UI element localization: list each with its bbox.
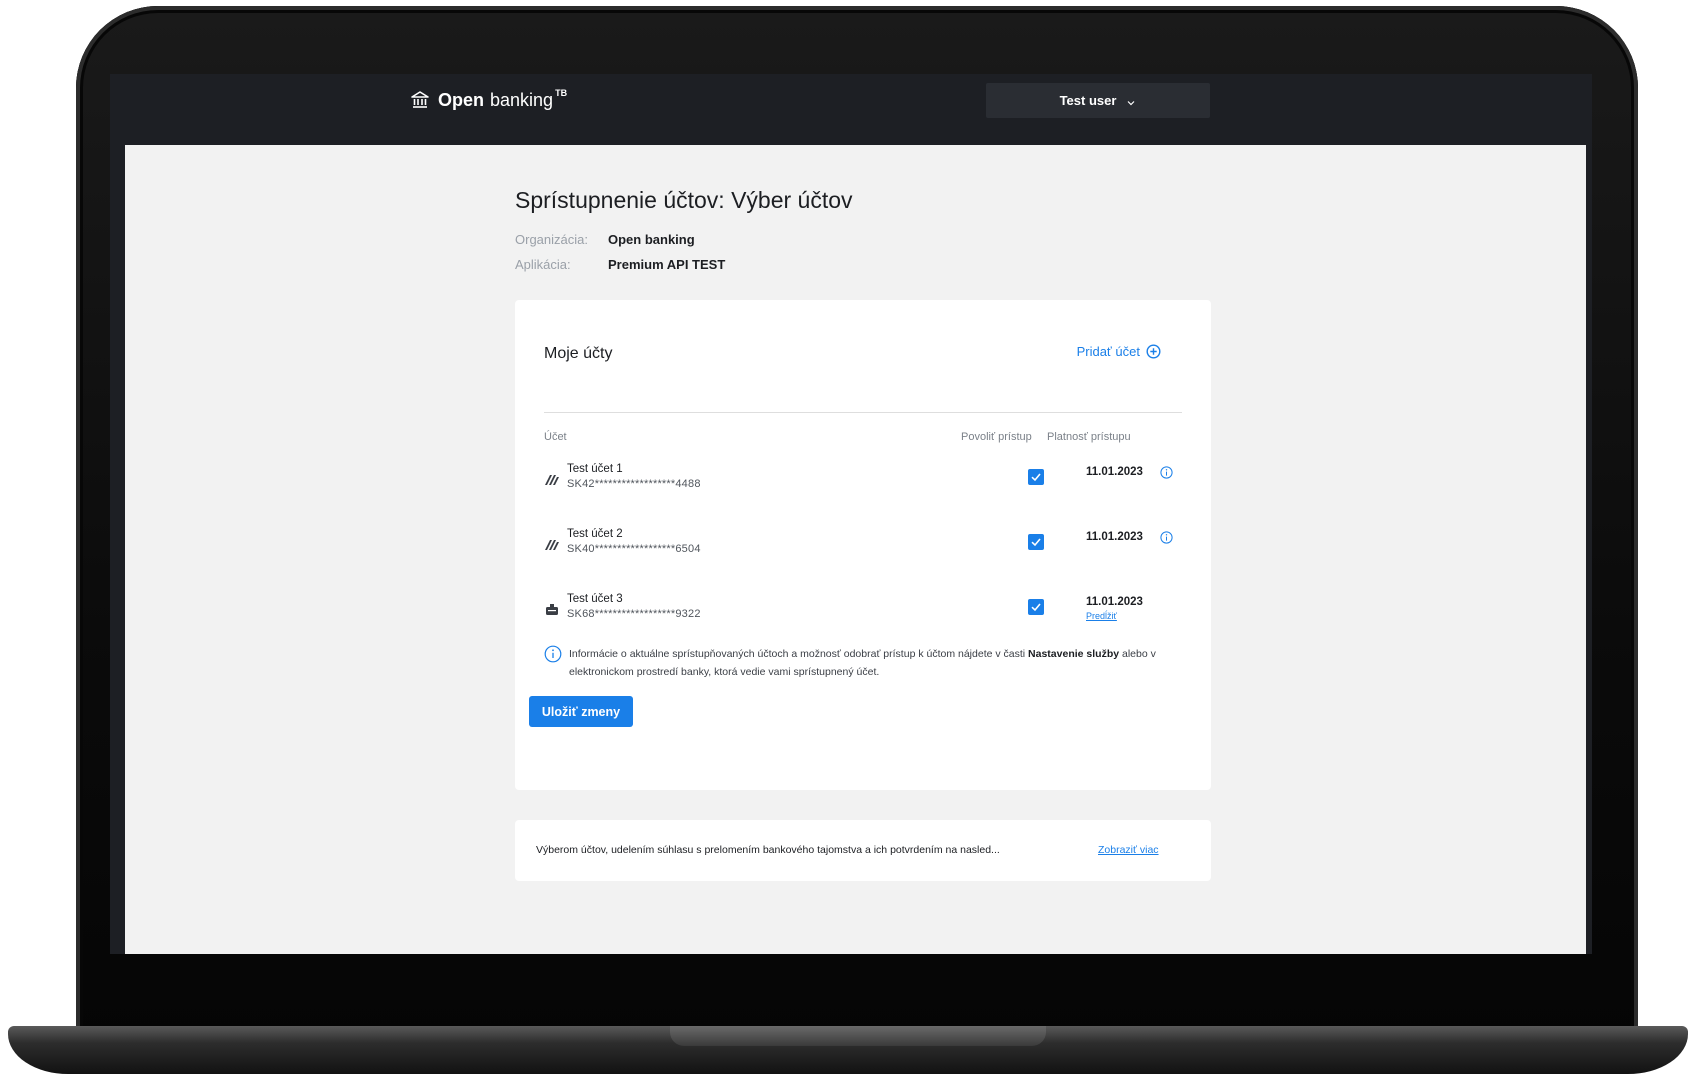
column-header-account: Účet xyxy=(544,431,567,443)
application-label: Aplikácia: xyxy=(515,257,571,272)
account-name: Test účet 1 xyxy=(567,463,623,475)
save-changes-button[interactable]: Uložiť zmeny xyxy=(529,696,633,727)
account-name: Test účet 3 xyxy=(567,593,623,605)
allow-access-checkbox[interactable] xyxy=(1028,534,1044,550)
consent-text: Výberom účtov, udelením súhlasu s prelom… xyxy=(536,844,1000,856)
account-iban: SK42******************4488 xyxy=(567,478,701,490)
brand-logo[interactable]: Open banking TB xyxy=(410,88,567,112)
account-row: Test účet 3 SK68******************9322 1… xyxy=(544,593,1182,633)
info-icon[interactable] xyxy=(1160,466,1173,479)
info-notice-text: Informácie o aktuálne sprístupňovaných ú… xyxy=(569,645,1184,681)
access-valid-until: 11.01.2023 xyxy=(1086,466,1143,478)
page-area: Sprístupnenie účtov: Výber účtov Organiz… xyxy=(125,145,1586,954)
service-settings-link: Nastavenie služby xyxy=(1028,648,1120,660)
access-valid-until: 11.01.2023 xyxy=(1086,596,1143,608)
account-row: Test účet 2 SK40******************6504 1… xyxy=(544,528,1182,568)
organization-row: Organizácia: Open banking xyxy=(515,232,695,247)
brand-subtitle: banking xyxy=(490,89,554,110)
user-name: Test user xyxy=(1059,93,1117,108)
account-name: Test účet 2 xyxy=(567,528,623,540)
divider xyxy=(544,412,1182,413)
account-row: Test účet 1 SK42******************4488 1… xyxy=(544,463,1182,503)
info-notice: Informácie o aktuálne sprístupňovaných ú… xyxy=(544,645,1184,681)
bank-icon xyxy=(410,90,430,110)
piggy-bank-icon xyxy=(544,601,560,617)
allow-access-checkbox[interactable] xyxy=(1028,469,1044,485)
add-account-link[interactable]: Pridať účet xyxy=(1077,344,1161,359)
user-menu-button[interactable]: Test user xyxy=(986,83,1210,118)
consent-card: Výberom účtov, udelením súhlasu s prelom… xyxy=(515,820,1211,881)
organization-label: Organizácia: xyxy=(515,232,588,247)
show-more-link[interactable]: Zobraziť viac xyxy=(1098,844,1159,856)
brand-name: Open xyxy=(438,89,485,110)
column-header-allow-access: Povoliť prístup xyxy=(961,431,1032,443)
access-valid-until: 11.01.2023 xyxy=(1086,531,1143,543)
info-icon[interactable] xyxy=(1160,531,1173,544)
laptop-notch xyxy=(670,1026,1046,1046)
organization-value: Open banking xyxy=(608,232,695,247)
info-icon xyxy=(544,645,562,663)
plus-circle-icon xyxy=(1146,344,1161,359)
top-bar: Open banking TB Test user xyxy=(110,74,1592,145)
chevron-down-icon xyxy=(1126,96,1136,106)
accounts-card: Moje účty Pridať účet Účet Povoliť príst… xyxy=(515,300,1211,790)
brand-superscript: TB xyxy=(555,88,568,98)
account-iban: SK40******************6504 xyxy=(567,543,701,555)
allow-access-checkbox[interactable] xyxy=(1028,599,1044,615)
application-value: Premium API TEST xyxy=(608,257,726,272)
card-stack-icon xyxy=(544,536,560,552)
accounts-card-title: Moje účty xyxy=(544,345,613,362)
page-title: Sprístupnenie účtov: Výber účtov xyxy=(515,187,853,213)
add-account-label: Pridať účet xyxy=(1076,344,1140,359)
extend-access-link[interactable]: Predĺžiť xyxy=(1086,611,1117,621)
application-row: Aplikácia: Premium API TEST xyxy=(515,257,725,272)
card-stack-icon xyxy=(544,471,560,487)
screen: Open banking TB Test user Sprístupnenie … xyxy=(110,74,1592,954)
account-iban: SK68******************9322 xyxy=(567,608,701,620)
notice-text-part1: Informácie o aktuálne sprístupňovaných ú… xyxy=(569,648,1029,660)
column-header-access-validity: Platnosť prístupu xyxy=(1047,431,1131,443)
